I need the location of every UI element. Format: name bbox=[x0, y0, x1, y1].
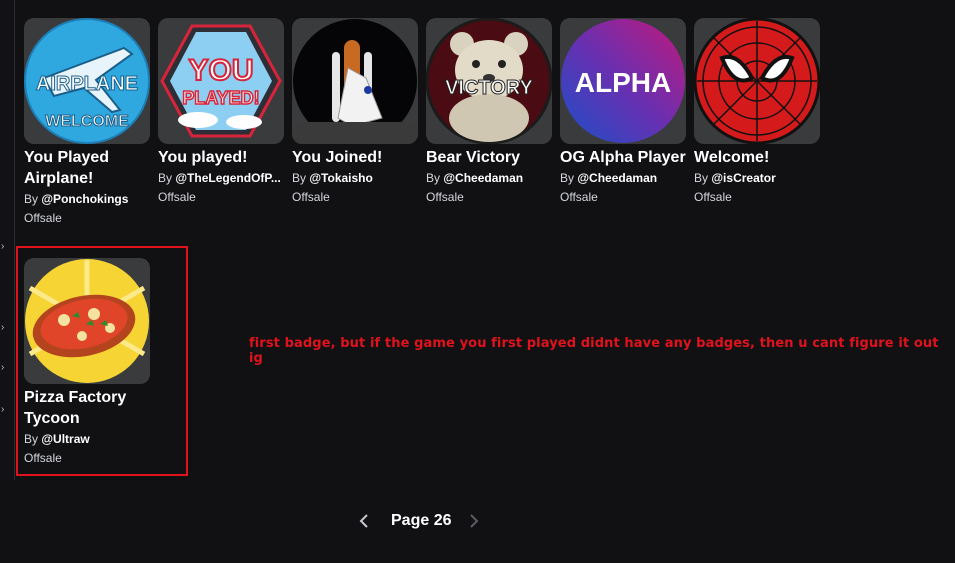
svg-text:ALPHA: ALPHA bbox=[575, 67, 671, 98]
badge-creator: By @Cheedaman bbox=[426, 171, 524, 185]
left-rail: › › › › bbox=[0, 0, 15, 480]
badge-card[interactable]: AIRPLANE WELCOME You Played Airplane! By… bbox=[24, 18, 150, 227]
badge-price: Offsale bbox=[426, 190, 464, 204]
bear-victory-badge-icon[interactable]: VICTORY bbox=[426, 18, 552, 144]
badge-creator: By @TheLegendOfP... bbox=[158, 171, 281, 185]
svg-text:PLAYED!: PLAYED! bbox=[182, 88, 259, 108]
creator-link[interactable]: @Ponchokings bbox=[41, 192, 128, 206]
badge-card[interactable]: YOU PLAYED! You played! By @TheLegendOfP… bbox=[158, 18, 284, 206]
svg-text:VICTORY: VICTORY bbox=[445, 77, 533, 99]
badge-price: Offsale bbox=[158, 190, 196, 204]
badge-title[interactable]: You played! bbox=[158, 147, 284, 168]
badge-card[interactable]: ALPHA OG Alpha Player By @Cheedaman Offs… bbox=[560, 18, 686, 206]
svg-text:WELCOME: WELCOME bbox=[45, 113, 129, 130]
badge-card[interactable]: Welcome! By @isCreator Offsale bbox=[694, 18, 820, 206]
svg-text:YOU: YOU bbox=[188, 54, 253, 87]
page-number: Page 26 bbox=[391, 512, 452, 529]
creator-link[interactable]: @Tokaisho bbox=[309, 171, 373, 185]
chevron-left-icon[interactable] bbox=[355, 511, 375, 531]
badge-creator: By @Tokaisho bbox=[292, 171, 373, 185]
badge-price: Offsale bbox=[694, 190, 732, 204]
creator-link[interactable]: @isCreator bbox=[711, 171, 775, 185]
annotation-text: first badge, but if the game you first p… bbox=[249, 336, 939, 366]
badge-title[interactable]: OG Alpha Player bbox=[560, 147, 686, 168]
badge-price: Offsale bbox=[24, 211, 62, 225]
badge-price: Offsale bbox=[560, 190, 598, 204]
badge-creator: By @isCreator bbox=[694, 171, 776, 185]
badge-price: Offsale bbox=[292, 190, 330, 204]
badge-title[interactable]: You Played Airplane! bbox=[24, 147, 150, 189]
chevron-right-icon[interactable]: › bbox=[1, 242, 9, 252]
chevron-right-icon[interactable]: › bbox=[1, 405, 9, 415]
badge-title[interactable]: You Joined! bbox=[292, 147, 418, 168]
chevron-right-icon[interactable]: › bbox=[1, 323, 9, 333]
annotation-highlight-box bbox=[16, 246, 188, 476]
you-played-badge-icon[interactable]: YOU PLAYED! bbox=[158, 18, 284, 144]
creator-link[interactable]: @TheLegendOfP... bbox=[175, 171, 281, 185]
chevron-right-icon[interactable] bbox=[463, 511, 483, 531]
alpha-badge-icon[interactable]: ALPHA bbox=[560, 18, 686, 144]
airplane-welcome-badge-icon[interactable]: AIRPLANE WELCOME bbox=[24, 18, 150, 144]
chevron-right-icon[interactable]: › bbox=[1, 363, 9, 373]
badge-title[interactable]: Welcome! bbox=[694, 147, 820, 168]
creator-link[interactable]: @Cheedaman bbox=[443, 171, 523, 185]
badge-card[interactable]: VICTORY Bear Victory By @Cheedaman Offsa… bbox=[426, 18, 552, 206]
badge-card[interactable]: You Joined! By @Tokaisho Offsale bbox=[292, 18, 418, 206]
spiderman-mask-badge-icon[interactable] bbox=[694, 18, 820, 144]
badge-creator: By @Cheedaman bbox=[560, 171, 658, 185]
svg-text:AIRPLANE: AIRPLANE bbox=[36, 73, 138, 95]
creator-link[interactable]: @Cheedaman bbox=[577, 171, 657, 185]
badge-creator: By @Ponchokings bbox=[24, 192, 129, 206]
pagination: Page 26 bbox=[355, 508, 483, 534]
badge-title[interactable]: Bear Victory bbox=[426, 147, 552, 168]
space-shuttle-badge-icon[interactable] bbox=[292, 18, 418, 144]
